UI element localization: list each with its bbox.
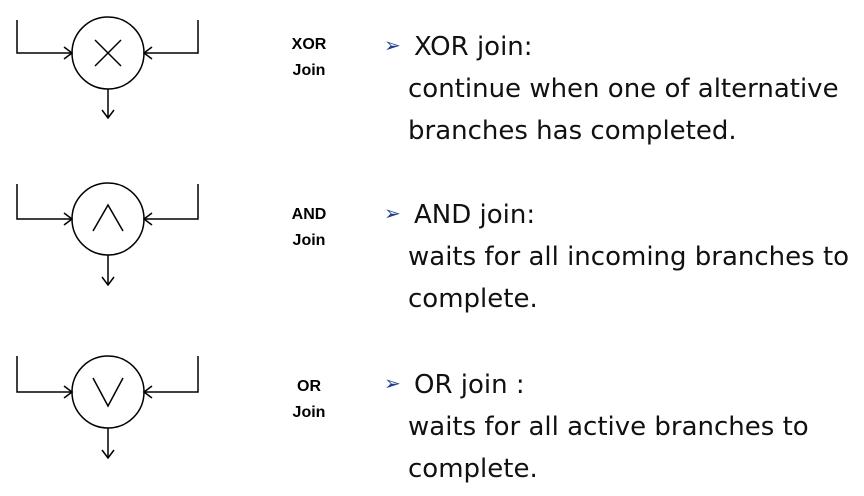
or-join-gateway (0, 340, 220, 460)
description-line-1: continue when one of alternative (408, 74, 839, 104)
or-join-description: ➢ OR join : waits for all active branches… (384, 362, 864, 490)
left-incoming-flow (16, 184, 72, 220)
tag-line-2: Join (292, 404, 326, 421)
and-join-gateway (0, 164, 220, 287)
xor-join-gateway (0, 0, 220, 120)
description-line-2: complete. (408, 284, 538, 314)
tag-line-1: XOR (291, 36, 327, 53)
xor-join-description: ➢ XOR join: continue when one of alternat… (384, 24, 864, 152)
description-heading: AND join: (414, 200, 536, 230)
tag-line-1: OR (297, 378, 321, 395)
bullet-arrow-icon: ➢ (384, 201, 401, 225)
xor-join-tag: XOR Join (270, 32, 348, 84)
or-join-tag: OR Join (270, 374, 348, 426)
and-join-tag: AND Join (270, 202, 348, 254)
tag-line-2: Join (292, 62, 326, 79)
bullet-arrow-icon: ➢ (384, 371, 401, 395)
description-line-1: waits for all incoming branches to (408, 242, 850, 272)
and-join-description: ➢ AND join: waits for all incoming branch… (384, 192, 864, 320)
or-vee-icon (92, 377, 124, 408)
left-incoming-flow (16, 20, 72, 54)
tag-line-2: Join (292, 232, 326, 249)
description-line-1: waits for all active branches to (408, 412, 809, 442)
and-wedge-icon (92, 203, 124, 232)
gateway-circle (71, 355, 145, 429)
tag-line-1: AND (291, 206, 327, 223)
description-line-2: complete. (408, 454, 538, 484)
gateway-circle (71, 182, 145, 256)
bullet-arrow-icon: ➢ (384, 33, 401, 57)
description-line-2: branches has completed. (408, 116, 737, 146)
description-heading: XOR join: (414, 32, 533, 62)
right-incoming-flow (144, 20, 199, 54)
description-heading: OR join : (414, 370, 525, 400)
